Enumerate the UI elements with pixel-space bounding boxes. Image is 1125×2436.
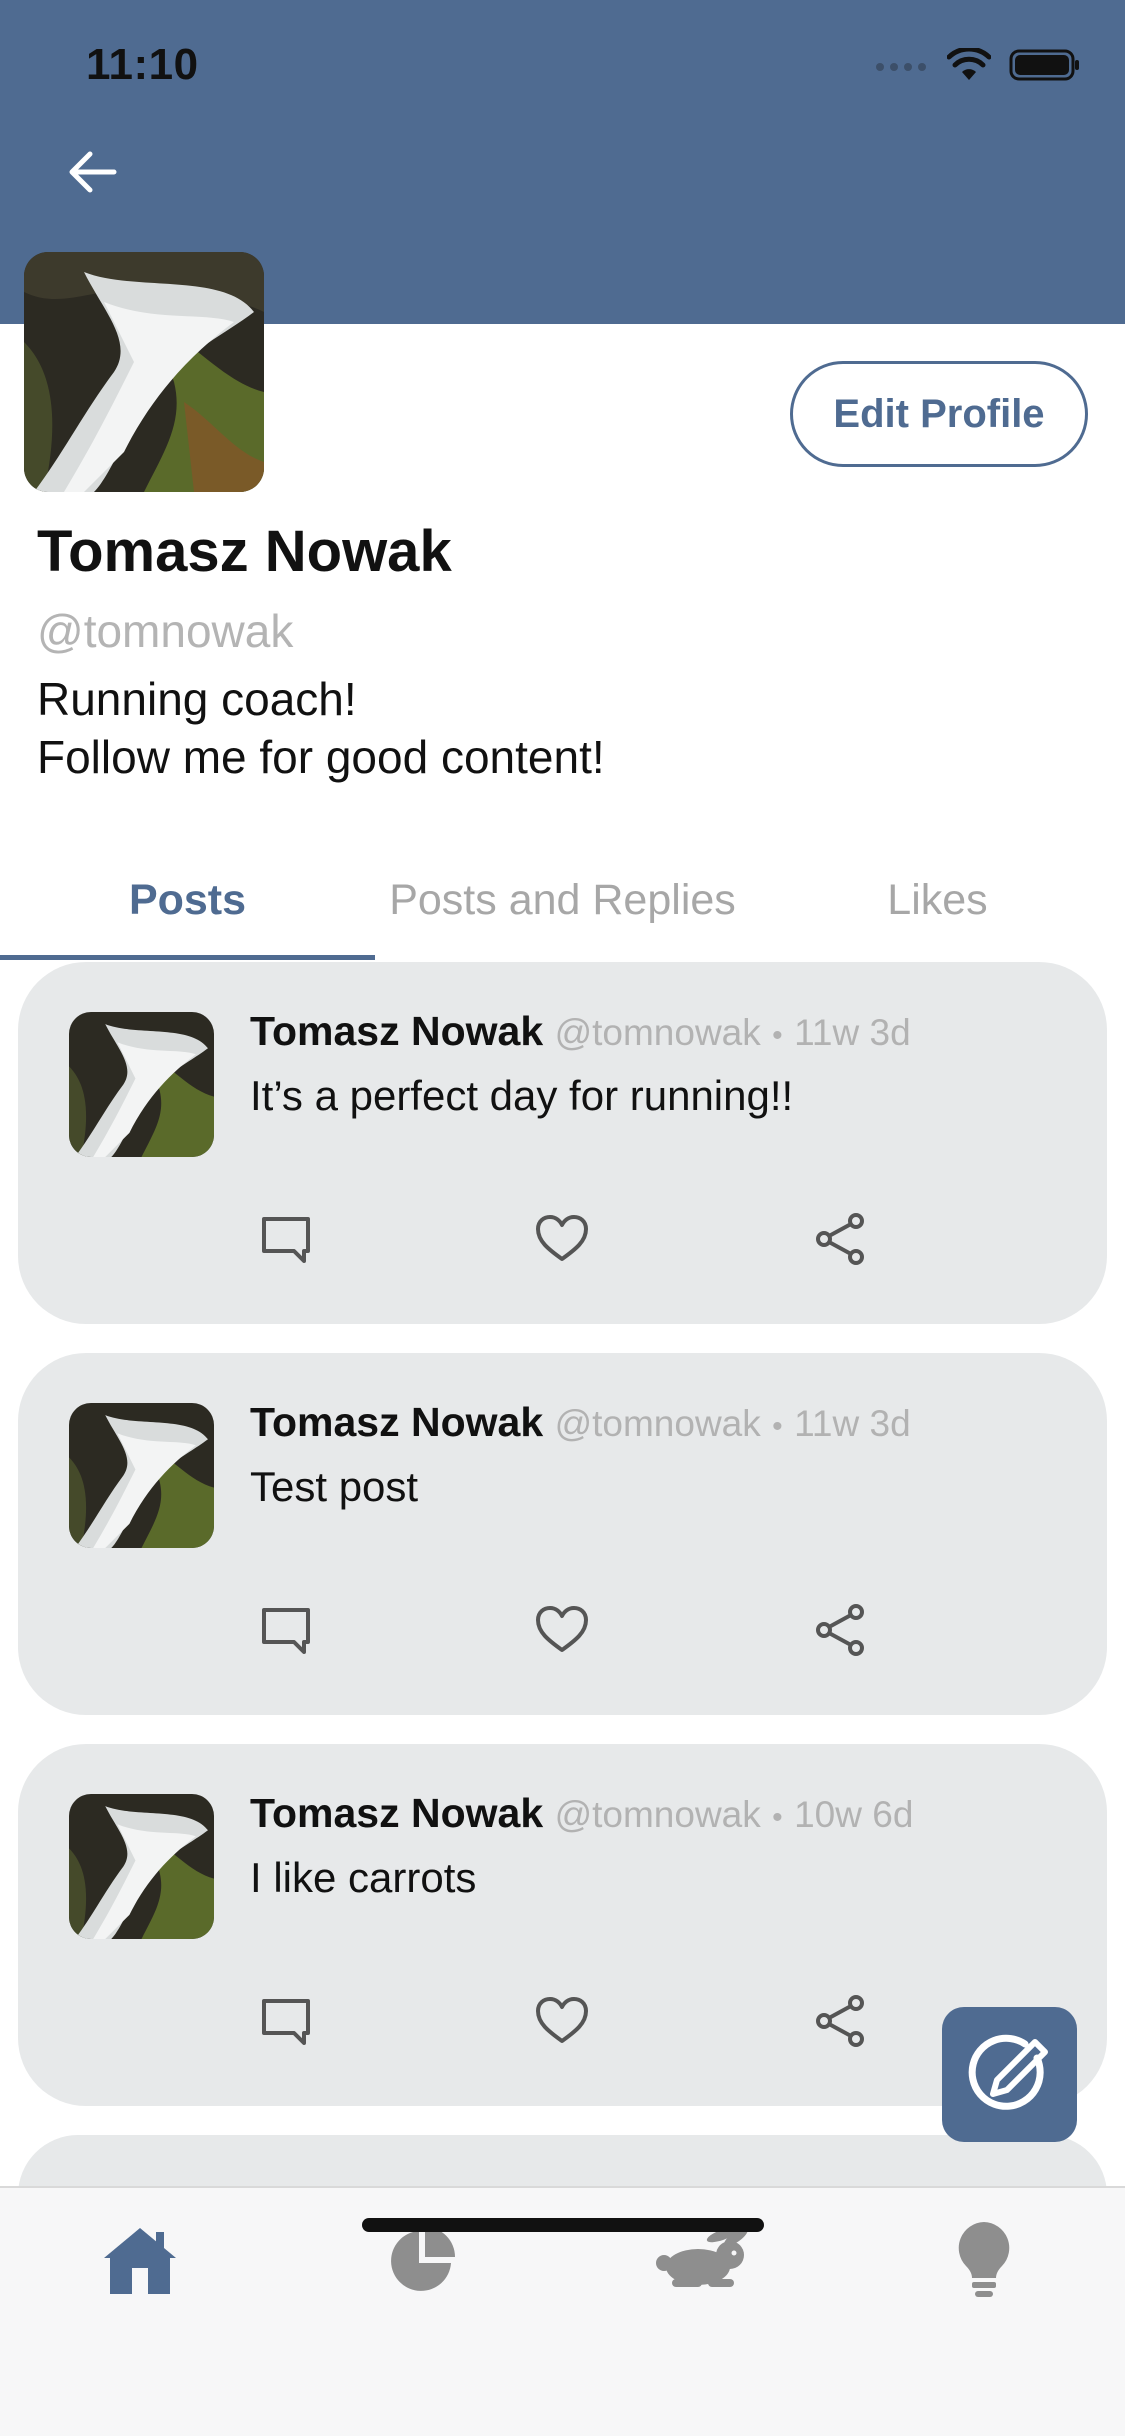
wifi-icon (947, 48, 991, 80)
profile-name: Tomasz Nowak (37, 519, 452, 584)
post-time: 11w 3d (794, 1012, 911, 1053)
nav-tips-tab[interactable] (934, 2210, 1034, 2310)
profile-handle: @tomnowak (37, 605, 294, 657)
pie-chart-icon (391, 2227, 455, 2291)
nav-home-tab[interactable] (90, 2210, 190, 2310)
status-icons (875, 48, 1081, 82)
share-button[interactable] (808, 1207, 872, 1271)
profile-tabs: Posts Posts and Replies Likes (0, 840, 1125, 960)
post-text: I like carrots (250, 1854, 477, 1901)
profile-bio: Running coach! Follow me for good conten… (37, 673, 605, 783)
post-time: 11w 3d (794, 1403, 911, 1444)
back-button[interactable] (60, 140, 124, 204)
post-author-name: Tomasz Nowak (250, 1790, 544, 1836)
post-header: Tomasz Nowak @tomnowak • 10w 6d (250, 1790, 913, 1837)
like-button[interactable] (530, 1207, 594, 1271)
post-author-name: Tomasz Nowak (250, 1008, 544, 1054)
signal-icon (876, 63, 926, 71)
like-button[interactable] (530, 1989, 594, 2053)
comment-button[interactable] (254, 1989, 318, 2053)
post-text: Test post (250, 1463, 419, 1510)
post-card[interactable]: Tomasz Nowak @tomnowak • 11w 3d It’s a p… (18, 962, 1107, 1324)
arrow-left-icon (69, 151, 117, 193)
compose-icon (968, 2034, 1048, 2110)
share-button[interactable] (808, 1989, 872, 2053)
share-button[interactable] (808, 1598, 872, 1662)
battery-icon (1009, 49, 1079, 81)
post-card[interactable]: Tomasz Nowak @tomnowak • 11w 3d Test pos… (18, 1353, 1107, 1715)
compose-post-button[interactable] (942, 2007, 1077, 2142)
heart-icon (536, 1606, 588, 1652)
post-author-name: Tomasz Nowak (250, 1399, 544, 1445)
profile-avatar (24, 252, 264, 492)
tab-likes[interactable]: Likes (750, 840, 1125, 960)
post-separator: • (772, 1410, 783, 1443)
post-separator: • (772, 1801, 783, 1834)
comment-button[interactable] (254, 1207, 318, 1271)
home-icon (104, 2228, 176, 2294)
post-separator: • (772, 1019, 783, 1052)
tab-posts-and-replies[interactable]: Posts and Replies (375, 840, 750, 960)
post-avatar[interactable] (69, 1012, 214, 1157)
post-author-handle: @tomnowak (554, 1012, 761, 1053)
share-icon (816, 1995, 864, 2047)
tab-active-indicator (0, 955, 375, 960)
like-button[interactable] (530, 1598, 594, 1662)
post-avatar[interactable] (69, 1794, 214, 1939)
status-time: 11:10 (86, 40, 199, 89)
tab-posts[interactable]: Posts (0, 840, 375, 960)
rabbit-icon (656, 2227, 748, 2287)
edit-profile-button[interactable]: Edit Profile (790, 361, 1088, 467)
comment-icon (262, 1608, 310, 1654)
share-icon (816, 1604, 864, 1656)
post-author-handle: @tomnowak (554, 1794, 761, 1835)
comment-icon (262, 1999, 310, 2045)
lightbulb-icon (958, 2222, 1010, 2297)
comment-icon (262, 1217, 310, 1263)
home-indicator[interactable] (362, 2218, 764, 2232)
heart-icon (536, 1215, 588, 1261)
share-icon (816, 1213, 864, 1265)
post-text: It’s a perfect day for running!! (250, 1072, 794, 1119)
post-header: Tomasz Nowak @tomnowak • 11w 3d (250, 1008, 911, 1055)
heart-icon (536, 1997, 588, 2043)
post-author-handle: @tomnowak (554, 1403, 761, 1444)
post-header: Tomasz Nowak @tomnowak • 11w 3d (250, 1399, 911, 1446)
comment-button[interactable] (254, 1598, 318, 1662)
post-time: 10w 6d (794, 1794, 914, 1835)
post-avatar[interactable] (69, 1403, 214, 1548)
